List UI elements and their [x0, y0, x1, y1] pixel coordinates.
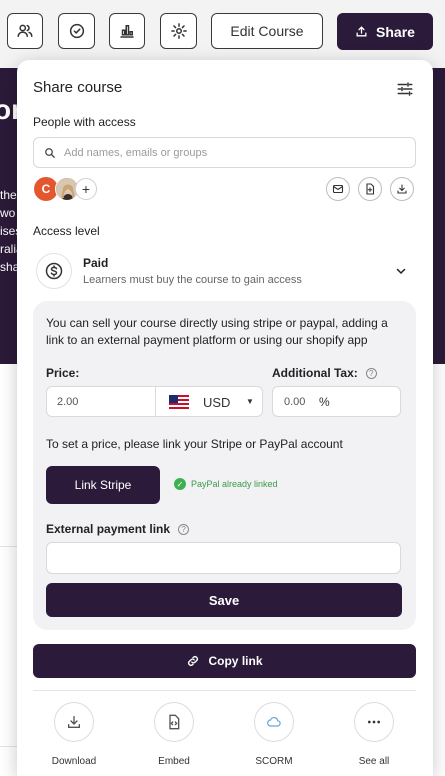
see-all-action-label: See all: [358, 756, 390, 767]
access-level-title: Paid: [83, 256, 109, 270]
cloud-icon: [267, 717, 281, 727]
add-person-button[interactable]: +: [75, 178, 97, 200]
chevron-down-icon[interactable]: [395, 265, 407, 277]
tax-input[interactable]: [284, 396, 314, 408]
divider: [33, 690, 416, 691]
external-link-label: External payment link?: [46, 522, 190, 536]
link-stripe-button[interactable]: Link Stripe: [46, 466, 160, 504]
price-input[interactable]: [57, 396, 137, 408]
see-all-action-button[interactable]: [354, 702, 394, 742]
people-button[interactable]: [7, 13, 43, 49]
link-icon: [188, 656, 199, 666]
tax-unit: %: [319, 395, 330, 409]
external-link-label-text: External payment link: [46, 522, 171, 536]
save-button[interactable]: Save: [46, 583, 402, 617]
scorm-action-label: SCORM: [255, 756, 293, 767]
embed-action-label: Embed: [158, 756, 190, 767]
caret-down-icon: ▼: [246, 397, 254, 406]
access-level-label: Access level: [33, 224, 100, 238]
tax-label-text: Additional Tax:: [272, 366, 358, 380]
scorm-action[interactable]: SCORM: [244, 702, 304, 767]
settings-button[interactable]: [160, 13, 197, 49]
embed-file-icon: [169, 714, 180, 730]
download-action-button[interactable]: [54, 702, 94, 742]
share-panel: Share course People with access C + Acce…: [17, 60, 433, 776]
price-label: Price:: [46, 366, 80, 380]
copy-link-label: Copy link: [208, 654, 263, 668]
embed-action-button[interactable]: [154, 702, 194, 742]
search-icon: [45, 147, 55, 158]
tax-label: Additional Tax:?: [272, 366, 377, 380]
help-icon[interactable]: ?: [178, 524, 190, 535]
embed-action[interactable]: Embed: [144, 702, 204, 767]
us-flag-icon: [169, 395, 189, 409]
help-icon[interactable]: ?: [365, 368, 377, 379]
pricing-section: You can sell your course directly using …: [33, 301, 416, 630]
dollar-circle-icon: [45, 262, 63, 280]
users-icon: [17, 24, 33, 37]
edit-course-button[interactable]: Edit Course: [211, 13, 323, 49]
gear-icon: [170, 23, 187, 39]
upload-icon: [356, 26, 367, 37]
more-icon: [368, 720, 380, 724]
external-link-field[interactable]: [46, 542, 401, 574]
search-input[interactable]: [64, 146, 384, 159]
analytics-button[interactable]: [109, 13, 145, 49]
link-account-note: To set a price, please link your Stripe …: [46, 437, 343, 451]
scorm-action-button[interactable]: [254, 702, 294, 742]
email-invite-button[interactable]: [326, 177, 350, 201]
mail-icon: [332, 184, 344, 194]
paypal-status-text: PayPal already linked: [191, 479, 278, 489]
review-button[interactable]: [58, 13, 95, 49]
share-label: Share: [376, 23, 415, 40]
external-link-input[interactable]: [55, 550, 385, 564]
panel-title: Share course: [33, 79, 123, 96]
share-search-field[interactable]: [33, 137, 416, 168]
download-action[interactable]: Download: [44, 702, 104, 767]
currency-value: USD: [203, 395, 231, 410]
currency-select[interactable]: USD ▼: [155, 386, 263, 417]
hero-text-line: wo: [0, 206, 16, 220]
file-plus-icon: [366, 183, 375, 195]
see-all-action[interactable]: See all: [344, 702, 404, 767]
check-circle-icon: [69, 23, 84, 39]
download-list-button[interactable]: [390, 177, 414, 201]
download-icon: [68, 716, 80, 728]
download-action-label: Download: [51, 756, 97, 767]
price-field[interactable]: [46, 386, 156, 417]
copy-link-button[interactable]: Copy link: [33, 644, 416, 678]
paypal-status: ✓ PayPal already linked: [174, 478, 278, 490]
people-with-access-label: People with access: [33, 115, 136, 129]
pricing-description: You can sell your course directly using …: [46, 316, 388, 347]
check-icon: ✓: [174, 478, 186, 490]
hero-text-line: the: [0, 188, 17, 202]
share-button[interactable]: Share: [337, 13, 433, 50]
tax-field[interactable]: %: [272, 386, 401, 417]
access-level-selector[interactable]: [36, 253, 72, 289]
sliders-icon[interactable]: [396, 80, 414, 98]
bar-chart-icon: [120, 25, 134, 38]
download-icon: [397, 184, 407, 194]
access-level-subtitle: Learners must buy the course to gain acc…: [83, 274, 302, 286]
export-file-button[interactable]: [358, 177, 382, 201]
